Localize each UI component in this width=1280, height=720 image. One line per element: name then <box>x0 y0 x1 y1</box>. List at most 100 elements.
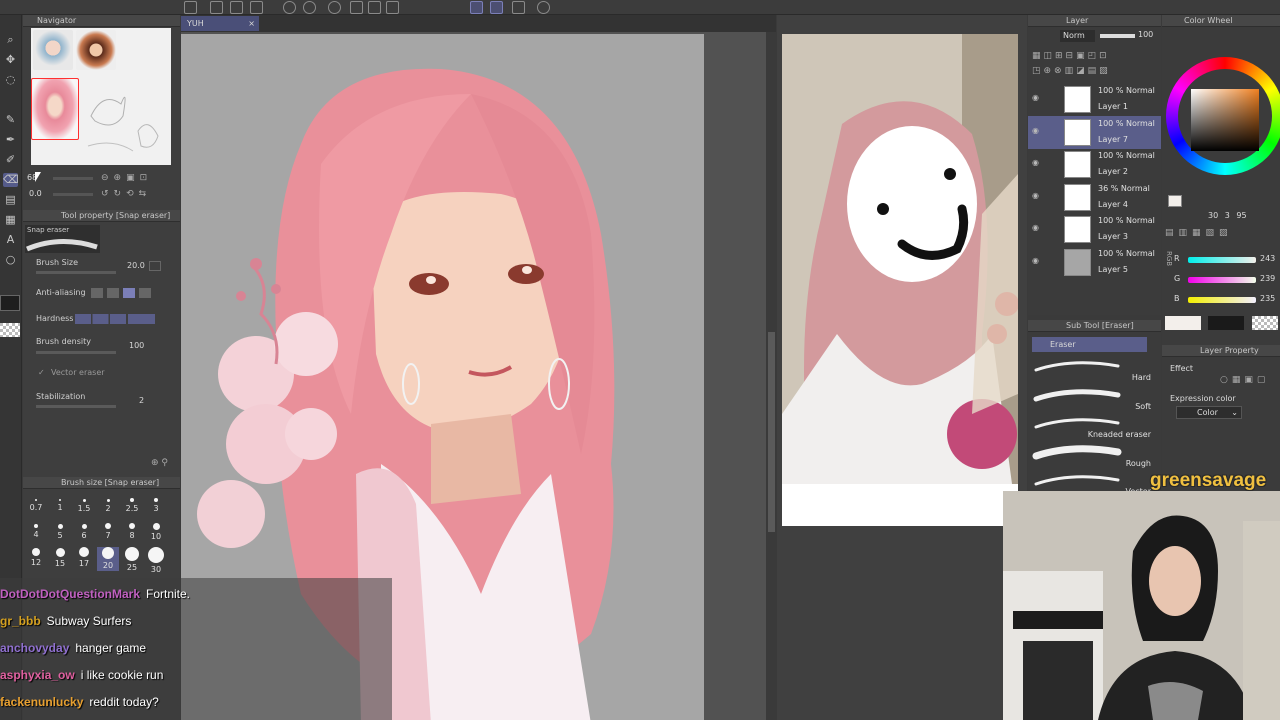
sub-color-chip[interactable] <box>1208 316 1244 330</box>
balloon-tool-icon[interactable]: ○ <box>3 253 18 267</box>
thumbnail-current[interactable] <box>31 78 79 140</box>
opacity-value[interactable]: 100 <box>1138 30 1153 39</box>
brush-tool-icon[interactable]: ✐ <box>3 153 18 167</box>
brush-size-preset[interactable]: 17 <box>73 547 95 571</box>
green-value[interactable]: 239 <box>1260 274 1275 283</box>
brush-size-preset[interactable]: 3 <box>145 495 167 519</box>
chat-username[interactable]: asphyxia_ow <box>0 668 75 682</box>
rotation-controls[interactable]: ↺↻⟲⇆ <box>101 189 171 199</box>
layer-row[interactable]: ◉ 100 % Normal Layer 5 <box>1028 246 1161 279</box>
lasso-tool-icon[interactable]: ◌ <box>3 73 18 87</box>
brush-size-preset[interactable]: 2 <box>97 495 119 519</box>
brush-density-slider[interactable] <box>36 351 116 354</box>
main-color-chip[interactable] <box>1165 316 1201 330</box>
thumbnail-1[interactable] <box>33 30 73 70</box>
rotation-slider[interactable] <box>53 193 93 196</box>
blue-value[interactable]: 235 <box>1260 294 1275 303</box>
transform-icon[interactable] <box>512 1 525 14</box>
layer-row[interactable]: ◉ 100 % Normal Layer 1 <box>1028 83 1161 116</box>
saturation-value-square[interactable] <box>1191 89 1259 151</box>
transparent-color-swatch[interactable] <box>0 323 20 337</box>
red-slider-row[interactable]: R 243 <box>1168 254 1278 266</box>
brush-size-preset[interactable]: 10 <box>145 521 167 545</box>
brush-size-stepper[interactable] <box>149 261 161 271</box>
help-icon[interactable] <box>537 1 550 14</box>
zoom-tool-icon[interactable]: ⌕ <box>3 33 18 47</box>
eye-icon[interactable]: ◉ <box>1032 158 1042 167</box>
layer-row[interactable]: ◉ 36 % Normal Layer 4 <box>1028 181 1161 214</box>
sub-tool-group-eraser[interactable]: Eraser <box>1032 337 1147 352</box>
layer-row[interactable]: ◉ 100 % Normal Layer 2 <box>1028 148 1161 181</box>
red-slider[interactable] <box>1188 257 1256 263</box>
fill-tool-icon[interactable]: ▤ <box>3 193 18 207</box>
red-value[interactable]: 243 <box>1260 254 1275 263</box>
redo-icon[interactable] <box>303 1 316 14</box>
select-icon[interactable] <box>368 1 381 14</box>
eyedropper-tool-icon[interactable]: ✎ <box>3 113 18 127</box>
thumbnail-2[interactable] <box>76 30 116 70</box>
gradient-tool-icon[interactable]: ▦ <box>3 213 18 227</box>
brush-size-preset[interactable]: 8 <box>121 521 143 545</box>
sub-tool-item[interactable]: Hard <box>1032 356 1157 384</box>
blue-slider-row[interactable]: B 235 <box>1168 294 1278 306</box>
sub-tool-item[interactable]: Kneaded eraser <box>1032 413 1157 441</box>
transparent-chip[interactable] <box>1252 316 1278 330</box>
tab-yuh[interactable]: YUH × <box>181 16 259 31</box>
snap-icon[interactable] <box>490 1 503 14</box>
brush-size-preset[interactable]: 12 <box>25 547 47 571</box>
current-color-chip[interactable] <box>1168 195 1182 207</box>
color-panel-tabs[interactable]: ▤▥▦▧▨ <box>1165 228 1277 242</box>
layer-row[interactable]: ◉ 100 % Normal Layer 3 <box>1028 213 1161 246</box>
close-icon[interactable]: × <box>248 16 255 31</box>
brush-size-preset[interactable]: 4 <box>25 521 47 545</box>
canvas-scrollbar[interactable] <box>767 32 776 720</box>
sub-tool-item[interactable]: Rough <box>1032 442 1157 470</box>
expression-color-dropdown[interactable]: Color ⌄ <box>1176 406 1242 419</box>
brush-size-preset[interactable]: 5 <box>49 521 71 545</box>
hardness-slider[interactable] <box>75 314 155 324</box>
chat-username[interactable]: anchovyday <box>0 641 69 655</box>
brush-size-preset[interactable]: 7 <box>97 521 119 545</box>
effect-icons[interactable]: ○▦▣▢ <box>1220 375 1269 385</box>
ruler-icon[interactable] <box>470 1 483 14</box>
green-slider[interactable] <box>1188 277 1256 283</box>
chat-username[interactable]: gr_bbb <box>0 614 41 628</box>
new-icon[interactable] <box>210 1 223 14</box>
clip-studio-icon[interactable] <box>184 1 197 14</box>
brush-size-slider[interactable] <box>36 271 116 274</box>
brush-size-preset[interactable]: 20 <box>97 547 119 571</box>
brush-size-preset[interactable]: 1 <box>49 495 71 519</box>
brush-density-value[interactable]: 100 <box>129 339 144 353</box>
zoom-slider[interactable] <box>53 177 93 180</box>
eraser-tool-icon[interactable]: ⌫ <box>3 173 19 187</box>
antialiasing-options[interactable] <box>91 287 163 299</box>
stabilization-slider[interactable] <box>36 405 116 408</box>
open-icon[interactable] <box>230 1 243 14</box>
brush-size-value[interactable]: 20.0 <box>127 259 145 273</box>
tool-property-settings-icon[interactable]: ⊕ ⚲ <box>151 458 168 468</box>
save-icon[interactable] <box>250 1 263 14</box>
navigator-preview[interactable] <box>31 28 171 165</box>
pen-tool-icon[interactable]: ✒ <box>3 133 18 147</box>
layer-row[interactable]: ◉ 100 % Normal Layer 7 <box>1028 115 1161 149</box>
eye-icon[interactable]: ◉ <box>1032 223 1042 232</box>
sub-tool-item[interactable]: Soft <box>1032 385 1157 413</box>
stabilization-value[interactable]: 2 <box>139 394 144 408</box>
reference-photo[interactable] <box>782 34 1018 484</box>
crop-icon[interactable] <box>386 1 399 14</box>
layer-toolbar-icons[interactable]: ▦◫⊞⊟▣◰⊡ ◳⊕⊗▥◪▤▧ <box>1032 49 1158 79</box>
blend-mode-dropdown[interactable]: Norm <box>1060 30 1095 42</box>
main-color-swatch[interactable] <box>0 295 20 311</box>
rotation-value[interactable]: 0.0 <box>29 189 42 198</box>
hue-ring[interactable] <box>1166 57 1280 175</box>
chat-username[interactable]: fackenunlucky <box>0 695 83 709</box>
brush-size-preset[interactable]: 25 <box>121 547 143 572</box>
text-tool-icon[interactable]: A <box>3 233 18 247</box>
green-slider-row[interactable]: G 239 <box>1168 274 1278 286</box>
chat-username[interactable]: DotDotDotQuestionMark <box>0 587 140 601</box>
vector-eraser-checkbox[interactable]: ✓ <box>38 369 46 377</box>
brush-size-preset[interactable]: 2.5 <box>121 495 143 519</box>
eye-icon[interactable]: ◉ <box>1032 256 1042 265</box>
eye-icon[interactable]: ◉ <box>1032 93 1042 102</box>
brush-size-preset[interactable]: 0.7 <box>25 495 47 519</box>
